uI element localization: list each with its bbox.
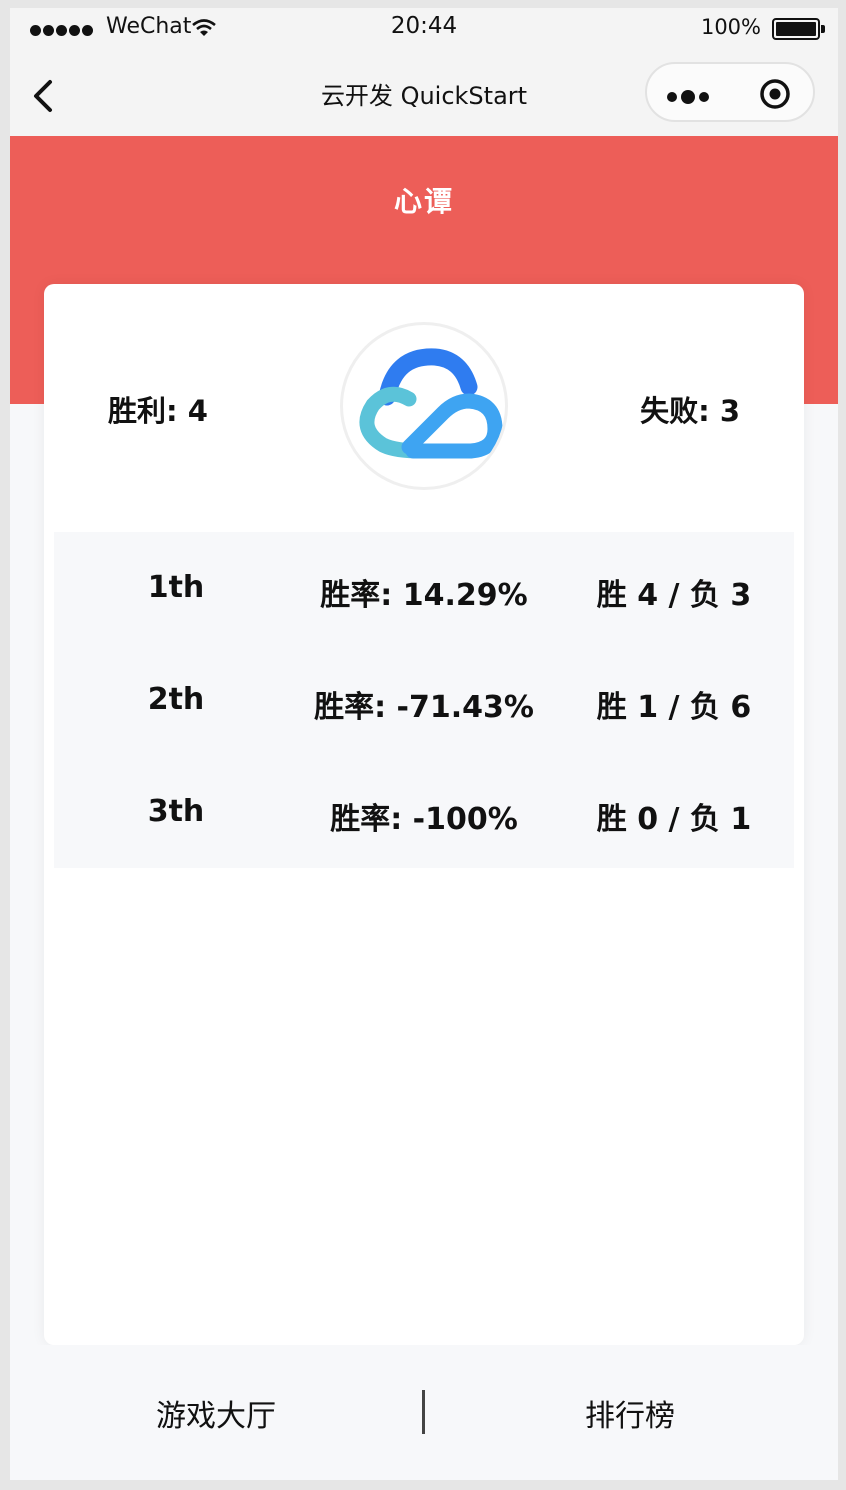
rank-label: 2th (147, 682, 205, 717)
tencent-cloud-logo-icon (359, 348, 503, 459)
win-loss-record: 胜 0 / 负 1 (596, 802, 752, 837)
rank-label: 3th (147, 794, 205, 829)
battery-icon (772, 18, 820, 40)
ranking-list: 1th 胜率: 14.29% 胜 4 / 负 3 2th 胜率: -71.43%… (54, 532, 794, 868)
phone-screen: WeChat 20:44 100% 云开发 QuickStart 心谭 胜利: … (10, 8, 838, 1480)
menu-capsule (645, 62, 815, 122)
win-loss-record: 胜 4 / 负 3 (596, 578, 752, 613)
tab-leaderboard[interactable]: 排行榜 (480, 1391, 780, 1435)
status-bar: WeChat 20:44 100% (10, 8, 838, 52)
battery-cap (821, 25, 825, 33)
more-dots-icon[interactable] (667, 86, 713, 105)
win-loss-record: 胜 1 / 负 6 (596, 690, 752, 725)
avatar[interactable] (340, 322, 508, 490)
ranking-row: 3th 胜率: -100% 胜 0 / 负 1 (54, 756, 794, 868)
ranking-row: 1th 胜率: 14.29% 胜 4 / 负 3 (54, 532, 794, 644)
win-rate: 胜率: -100% (330, 802, 518, 837)
bottom-tab-bar: 游戏大厅 排行榜 (10, 1345, 838, 1480)
battery-percent: 100% (700, 15, 761, 39)
navigation-bar: 云开发 QuickStart (10, 52, 838, 136)
close-miniprogram-icon[interactable] (759, 78, 791, 110)
losses-count: 失败: 3 (640, 394, 740, 428)
tab-divider (422, 1390, 425, 1434)
user-name: 心谭 (393, 185, 454, 218)
tab-game-lobby[interactable]: 游戏大厅 (66, 1391, 366, 1435)
win-rate: 胜率: -71.43% (314, 690, 534, 725)
rank-label: 1th (147, 570, 205, 605)
win-rate: 胜率: 14.29% (320, 578, 528, 613)
wins-count: 胜利: 4 (108, 394, 208, 428)
stats-card: 胜利: 4 失败: 3 1th 胜率: 14.29% 胜 4 / 负 3 2th… (44, 284, 804, 1345)
ranking-row: 2th 胜率: -71.43% 胜 1 / 负 6 (54, 644, 794, 756)
